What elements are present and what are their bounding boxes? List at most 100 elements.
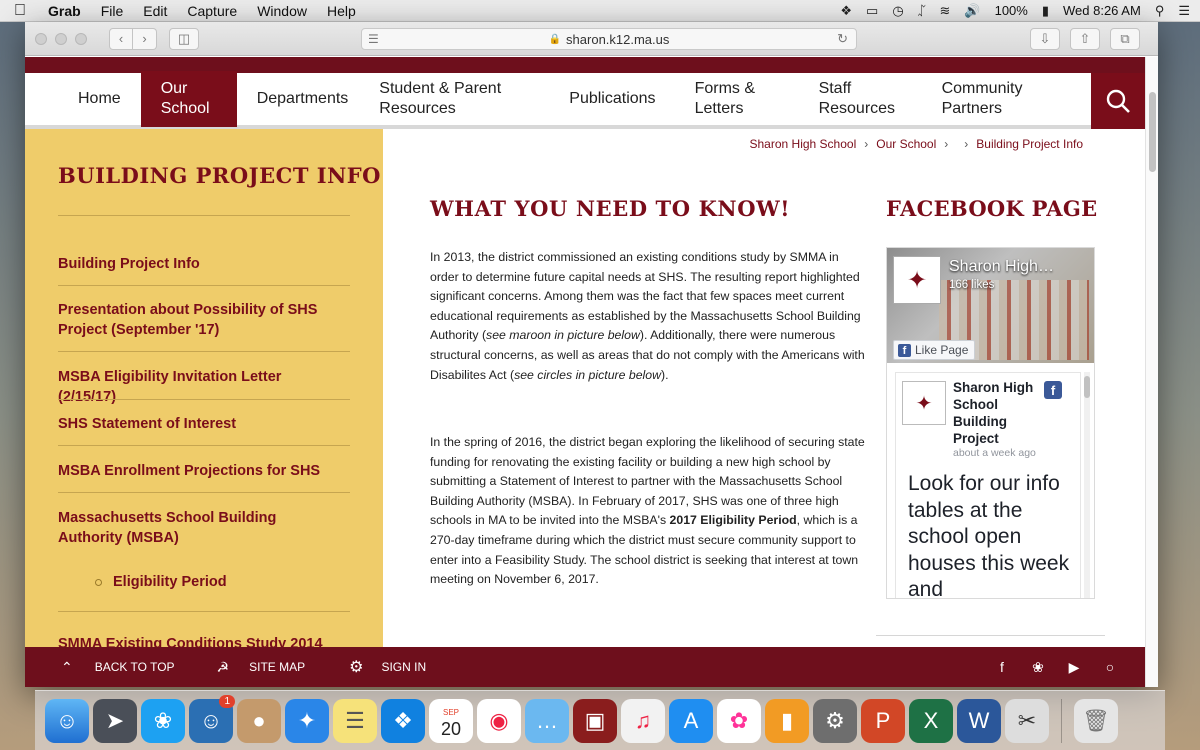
preview-icon[interactable]: ✂ [1005, 698, 1049, 743]
sidebar-link-presentation[interactable]: Presentation about Possibility of SHS Pr… [58, 300, 343, 340]
apple-menu-icon[interactable]:  [0, 2, 40, 20]
share-button[interactable]: ⇧ [1070, 28, 1100, 50]
sidebar-sublink-eligibility-period[interactable]: Eligibility Period [95, 574, 227, 590]
menu-file[interactable]: File [93, 3, 136, 19]
nav-student-parent-resources[interactable]: Student & Parent Resources [366, 71, 556, 127]
divider [58, 492, 350, 493]
nav-home[interactable]: Home [25, 71, 141, 127]
menu-capture[interactable]: Capture [179, 3, 249, 19]
nav-our-school[interactable]: Our School [140, 71, 237, 127]
calendar-icon[interactable]: SEP 20 [429, 698, 473, 743]
zoom-window-button[interactable] [75, 32, 87, 45]
post-timestamp[interactable]: about a week ago [953, 447, 1036, 459]
page-scrollbar[interactable] [1145, 57, 1158, 687]
downloads-button[interactable]: ⇩ [1030, 28, 1060, 50]
airplay-icon[interactable]: ▭ [866, 3, 878, 19]
notification-center-icon[interactable]: ☰ [1178, 3, 1190, 19]
menu-bar:  Grab File Edit Capture Window Help ❖ ▭… [0, 0, 1200, 22]
site-map-button[interactable]: ☭ SITE MAP [175, 647, 306, 687]
contacts-icon[interactable]: ● [237, 698, 281, 743]
breadcrumb-home[interactable]: Sharon High School [750, 137, 857, 151]
nav-departments[interactable]: Departments [237, 71, 367, 127]
bluetooth-icon[interactable]: ᛢ [918, 3, 926, 18]
search-button[interactable] [1091, 73, 1145, 129]
post-author[interactable]: Sharon High School Building Project [953, 379, 1043, 447]
word-icon[interactable]: W [957, 698, 1001, 743]
sidebar-link-building-project-info[interactable]: Building Project Info [58, 254, 343, 274]
menu-clock[interactable]: Wed 8:26 AM [1063, 3, 1141, 18]
volume-icon[interactable]: 🔊 [964, 3, 980, 19]
facebook-icon[interactable]: f [1044, 381, 1062, 399]
menu-edit[interactable]: Edit [135, 3, 179, 19]
close-window-button[interactable] [35, 32, 47, 45]
nav-publications[interactable]: Publications [556, 71, 681, 127]
forward-button[interactable]: › [133, 27, 157, 50]
nav-staff-resources[interactable]: Staff Resources [806, 71, 929, 127]
facebook-page-name[interactable]: Sharon High… [949, 258, 1054, 276]
twitter-icon[interactable]: ❀ [141, 698, 185, 743]
photos-icon[interactable]: ✿ [717, 698, 761, 743]
divider [58, 611, 350, 612]
scroll-thumb[interactable] [1149, 92, 1156, 172]
safari-icon[interactable]: ✦ [285, 698, 329, 743]
sidebar-toggle-button[interactable]: ◫ [169, 27, 199, 50]
address-bar[interactable]: ☰ 🔒 sharon.k12.ma.us ↻ [361, 28, 857, 50]
facebook-scrollbar[interactable] [1084, 372, 1090, 598]
url-text: sharon.k12.ma.us [566, 31, 670, 47]
sidebar-link-enrollment-projections[interactable]: MSBA Enrollment Projections for SHS [58, 461, 343, 481]
facebook-post[interactable]: ✦ Sharon High School Building Project f … [895, 372, 1081, 598]
ibooks-icon[interactable]: ▮ [765, 698, 809, 743]
photo-booth-icon[interactable]: ▣ [573, 698, 617, 743]
nav-community-partners[interactable]: Community Partners [929, 71, 1039, 127]
app-store-icon[interactable]: A [669, 698, 713, 743]
people-app-icon[interactable]: ☺ 1 [189, 694, 235, 743]
reader-icon[interactable]: ☰ [368, 32, 379, 46]
back-button[interactable]: ‹ [109, 27, 133, 50]
reload-icon[interactable]: ↻ [837, 31, 848, 47]
facebook-icon[interactable]: f [993, 659, 1011, 676]
sidebar-link-statement-of-interest[interactable]: SHS Statement of Interest [58, 414, 343, 434]
dropbox-icon[interactable]: ❖ [840, 3, 852, 19]
tabs-icon: ⧉ [1120, 31, 1130, 46]
web-page: Home Our School Departments Student & Pa… [25, 57, 1145, 687]
sidebar-link-msba[interactable]: Massachusetts School Building Authority … [58, 508, 343, 548]
bullet-icon [95, 578, 102, 586]
dropbox-icon[interactable]: ❖ [381, 698, 425, 743]
excel-icon[interactable]: X [909, 698, 953, 743]
launchpad-icon[interactable]: ➤ [93, 698, 137, 743]
instagram-icon[interactable]: ○ [1101, 659, 1119, 676]
trash-icon[interactable]: 🗑 [1074, 698, 1118, 743]
chrome-icon[interactable]: ◉ [477, 698, 521, 743]
p1-emphasis: see circles in picture below [514, 367, 662, 382]
wifi-icon[interactable]: ≋ [940, 3, 951, 19]
sidebar-link-eligibility-letter[interactable]: MSBA Eligibility Invitation Letter (2/15… [58, 367, 343, 407]
back-to-top-label: BACK TO TOP [94, 660, 175, 674]
sign-in-button[interactable]: ⚙ SIGN IN [305, 647, 426, 687]
tabs-button[interactable]: ⧉ [1110, 28, 1140, 50]
powerpoint-icon[interactable]: P [861, 698, 905, 743]
scroll-thumb[interactable] [1084, 376, 1090, 398]
itunes-icon[interactable]: ♫ [621, 698, 665, 743]
like-page-button[interactable]: f Like Page [893, 340, 976, 360]
finder-icon[interactable]: ☺ [45, 698, 89, 743]
facebook-widget[interactable]: ✦ Sharon High… 166 likes f Like Page ✦ Sh… [886, 247, 1095, 599]
menu-window[interactable]: Window [249, 3, 319, 19]
battery-percent[interactable]: 100% [995, 3, 1028, 18]
breadcrumb-our-school[interactable]: Our School [876, 137, 936, 151]
minimize-window-button[interactable] [55, 32, 67, 45]
facebook-cover[interactable]: ✦ Sharon High… 166 likes f Like Page [887, 248, 1094, 363]
menu-help[interactable]: Help [319, 3, 368, 19]
breadcrumb-current[interactable]: Building Project Info [976, 137, 1083, 151]
download-icon: ⇩ [1039, 31, 1051, 46]
twitter-icon[interactable]: ❀ [1029, 659, 1047, 676]
back-to-top-button[interactable]: ⌃ BACK TO TOP [25, 647, 175, 687]
spotlight-icon[interactable]: ⚲ [1155, 3, 1165, 19]
app-menu[interactable]: Grab [40, 3, 93, 19]
notes-icon[interactable]: ☰ [333, 698, 377, 743]
nav-forms-letters[interactable]: Forms & Letters [682, 71, 806, 127]
time-machine-icon[interactable]: ◷ [892, 3, 903, 19]
divider [58, 445, 350, 446]
messages-icon[interactable]: … [525, 698, 569, 743]
system-preferences-icon[interactable]: ⚙ [813, 698, 857, 743]
youtube-icon[interactable]: ▶ [1065, 659, 1083, 676]
